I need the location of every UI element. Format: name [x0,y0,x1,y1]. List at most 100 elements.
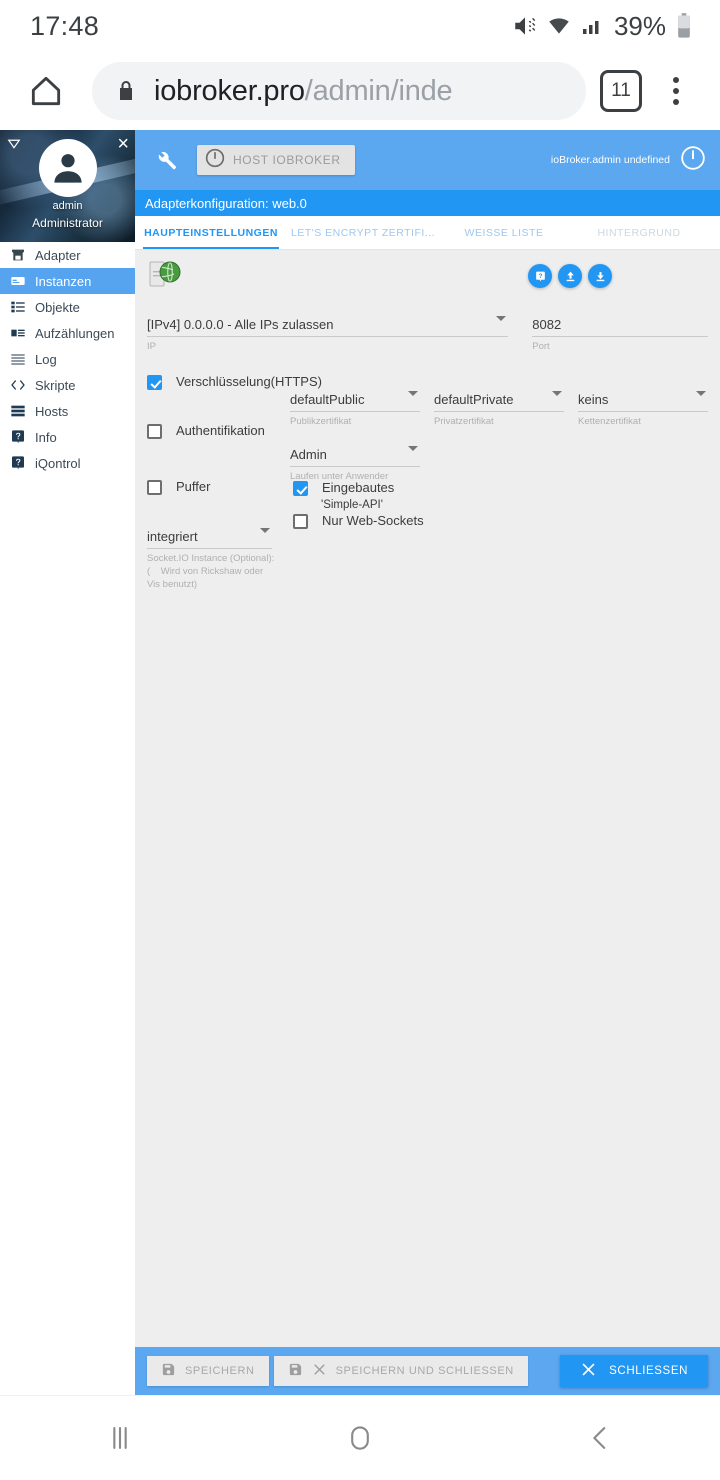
store-icon [9,247,26,264]
field-underline [290,411,420,412]
sidebar-item-iqontrol[interactable]: iQontrol [0,450,135,476]
chevron-down-icon [696,391,706,396]
close-icon[interactable]: × [117,134,129,154]
app-user-info: ioBroker.admin undefined [550,154,670,166]
sidebar: × admin Administrator Adapter Instanzen … [0,130,135,1395]
back-icon[interactable] [540,1408,660,1468]
upload-icon[interactable] [558,264,582,288]
save-button[interactable]: SPEICHERN [147,1356,269,1386]
save-icon [288,1362,303,1380]
sidebar-item-label: Skripte [35,377,76,393]
sidebar-item-adapter[interactable]: Adapter [0,242,135,268]
host-button-label: HOST IOBROKER [233,153,341,167]
code-icon [9,377,26,394]
chevron-down-icon [552,391,562,396]
sidebar-item-log[interactable]: Log [0,346,135,372]
page-title: Adapterkonfiguration: web.0 [135,190,720,216]
websockets-checkbox-row[interactable]: Nur Web-Sockets [293,514,424,529]
wrench-icon[interactable] [149,143,183,177]
url-bar[interactable]: iobroker.pro/admin/inde [92,62,586,120]
status-icons: 39% [512,11,694,42]
builtin-checkbox-row[interactable]: Eingebautes [293,481,394,496]
run-as-select[interactable]: Admin Laufen unter Anwender [290,440,420,484]
websockets-checkbox[interactable] [293,514,308,529]
sidebar-item-objekte[interactable]: Objekte [0,294,135,320]
chain-cert-select[interactable]: keins Kettenzertifikat [578,385,708,429]
sidebar-item-info[interactable]: Info [0,424,135,450]
ip-value: [IPv4] 0.0.0.0 - Alle IPs zulassen [147,317,334,332]
sidebar-role: Administrator [32,216,103,230]
help-icon [9,429,26,446]
host-button[interactable]: HOST IOBROKER [197,145,355,175]
list-alt-icon [9,325,26,342]
tab-haupteinstellungen[interactable]: HAUPTEINSTELLUNGEN [135,216,287,249]
menu-icon [9,351,26,368]
close-icon [312,1362,327,1380]
svg-text:?: ? [538,272,542,279]
sidebar-item-skripte[interactable]: Skripte [0,372,135,398]
download-icon[interactable] [588,264,612,288]
run-as-value: Admin [290,447,327,462]
sidebar-item-instanzen[interactable]: Instanzen [0,268,135,294]
sidebar-item-hosts[interactable]: Hosts [0,398,135,424]
form-action-bar: SPEICHERN SPEICHERN UND SCHLIESSEN SCHLI… [135,1347,720,1395]
tab-weisse-liste[interactable]: WEISSE LISTE [439,216,569,249]
sidebar-item-label: Instanzen [35,273,92,289]
chain-cert-value: keins [578,392,609,407]
tab-lets-encrypt[interactable]: LET'S ENCRYPT ZERTIFI... [287,216,439,249]
port-input[interactable]: 8082 Port [532,310,708,354]
tab-hintergrund[interactable]: HINTERGRUND [569,216,709,249]
sidebar-username: admin [52,200,83,212]
android-nav-bar [0,1395,720,1480]
power-icon[interactable] [680,145,706,176]
storage-icon [9,403,26,420]
ip-port-row: [IPv4] 0.0.0.0 - Alle IPs zulassen IP 80… [147,310,708,354]
form-header-row: ? [147,250,708,296]
https-checkbox[interactable] [147,375,162,390]
socketio-value: integriert [147,529,198,544]
save-and-close-button[interactable]: SPEICHERN UND SCHLIESSEN [273,1356,528,1386]
chevron-down-icon [408,391,418,396]
auth-checkbox-row[interactable]: Authentifikation [147,424,265,439]
more-options-icon[interactable] [650,65,702,117]
public-cert-select[interactable]: defaultPublic Publikzertifikat [290,385,420,429]
save-button-label: SPEICHERN [185,1365,255,1377]
web-adapter-icon [147,258,183,292]
auth-label: Authentifikation [176,423,265,438]
field-underline [147,336,509,337]
builtin-checkbox[interactable] [293,481,308,496]
close-icon [580,1361,597,1381]
auth-checkbox[interactable] [147,424,162,439]
signal-icon [580,13,604,39]
home-circle-icon[interactable] [300,1408,420,1468]
websockets-label: Nur Web-Sockets [322,513,424,528]
sidebar-item-label: Hosts [35,403,69,419]
buffer-checkbox[interactable] [147,480,162,495]
save-and-close-button-label: SPEICHERN UND SCHLIESSEN [335,1365,514,1377]
field-underline [434,411,564,412]
adapter-config-form: ? [IPv4] 0.0.0.0 - Alle IPs zulassen IP [135,250,720,1347]
buffer-checkbox-row[interactable]: Puffer [147,480,210,495]
home-icon[interactable] [18,63,74,119]
tab-counter-button[interactable]: 11 [600,70,642,112]
builtin-label: Eingebautes [322,480,395,495]
port-helper: Port [532,341,550,352]
public-cert-value: defaultPublic [290,392,365,407]
web-page-viewport: × admin Administrator Adapter Instanzen … [0,130,720,1395]
form-action-icons: ? [528,258,708,288]
lock-icon [114,79,138,103]
collapse-icon[interactable] [5,135,23,158]
field-underline [290,466,420,467]
builtin-sublabel: 'Simple-API' [321,499,383,511]
private-cert-select[interactable]: defaultPrivate Privatzertifikat [434,385,564,429]
public-cert-helper: Publikzertifikat [290,416,352,427]
recents-icon[interactable] [60,1408,180,1468]
help-icon[interactable]: ? [528,264,552,288]
socketio-select[interactable]: integriert Socket.IO Instance (Optional)… [147,522,274,591]
sidebar-item-label: Aufzählungen [35,325,115,341]
field-underline [532,336,708,337]
ip-select[interactable]: [IPv4] 0.0.0.0 - Alle IPs zulassen IP [147,310,509,354]
sidebar-item-aufzaehlungen[interactable]: Aufzählungen [0,320,135,346]
chevron-down-icon [496,316,507,321]
close-button[interactable]: SCHLIESSEN [560,1355,708,1387]
